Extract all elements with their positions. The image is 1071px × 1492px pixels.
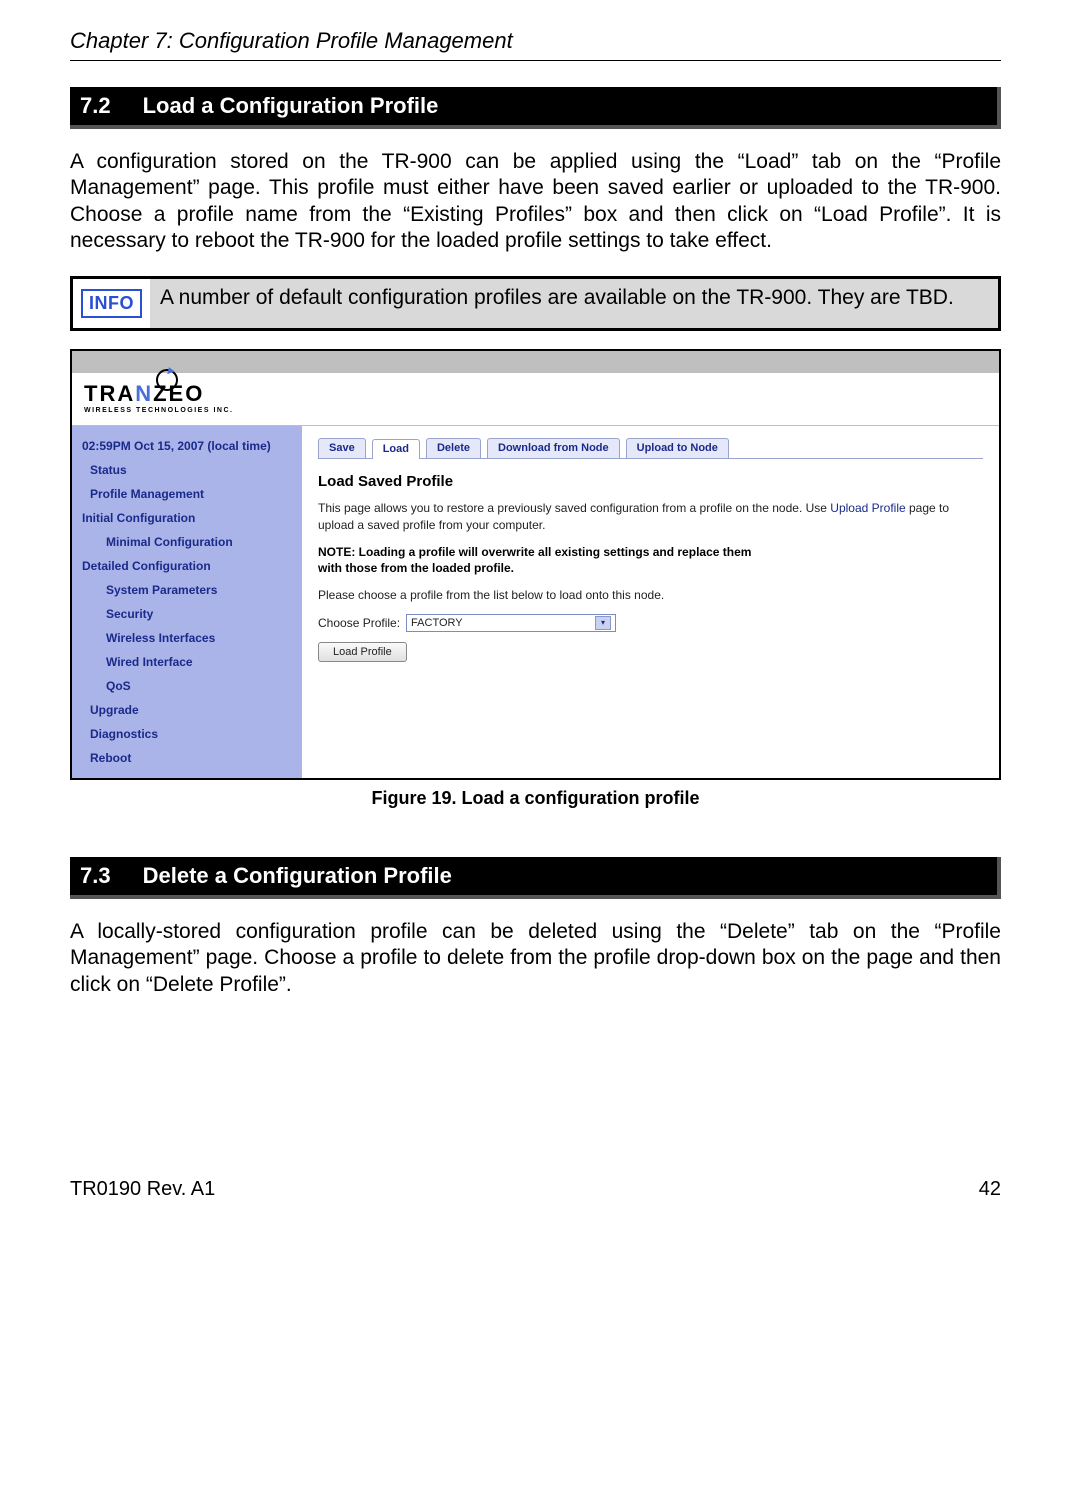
figure-body: 02:59PM Oct 15, 2007 (local time) Status… — [72, 426, 999, 778]
sidebar-item-detailed-config[interactable]: Detailed Configuration — [72, 554, 302, 578]
panel-note: NOTE: Loading a profile will overwrite a… — [318, 544, 758, 578]
section-7-3-bar: 7.3 Delete a Configuration Profile — [70, 857, 1001, 899]
logo-text-n: N — [135, 381, 153, 406]
sidebar-time: 02:59PM Oct 15, 2007 (local time) — [72, 434, 302, 458]
nav-sidebar: 02:59PM Oct 15, 2007 (local time) Status… — [72, 426, 302, 778]
section-7-2-body: A configuration stored on the TR-900 can… — [70, 149, 1001, 254]
section-number: 7.2 — [80, 93, 111, 119]
window-titlebar — [72, 351, 999, 373]
panel-p1: This page allows you to restore a previo… — [318, 500, 983, 534]
figure-19: TRANZEO WIRELESS TECHNOLOGIES INC. 02:59… — [70, 349, 1001, 780]
load-profile-button[interactable]: Load Profile — [318, 642, 407, 662]
sidebar-item-diagnostics[interactable]: Diagnostics — [72, 722, 302, 746]
choose-profile-value: FACTORY — [411, 617, 463, 629]
main-panel: Save Load Delete Download from Node Uplo… — [302, 426, 999, 778]
panel-p2: Please choose a profile from the list be… — [318, 587, 983, 604]
tab-upload[interactable]: Upload to Node — [626, 438, 729, 458]
sidebar-item-system-parameters[interactable]: System Parameters — [72, 578, 302, 602]
section-title: Delete a Configuration Profile — [143, 863, 452, 889]
page-footer: TR0190 Rev. A1 42 — [70, 1178, 1001, 1201]
section-7-3-body: A locally-stored configuration profile c… — [70, 919, 1001, 998]
sidebar-item-qos[interactable]: QoS — [72, 674, 302, 698]
tab-load[interactable]: Load — [372, 439, 420, 459]
logo-swirl-icon — [156, 369, 178, 391]
choose-profile-label: Choose Profile: — [318, 616, 400, 630]
info-callout: INFO A number of default configuration p… — [70, 276, 1001, 331]
tranzeo-logo: TRANZEO WIRELESS TECHNOLOGIES INC. — [84, 381, 233, 414]
choose-profile-row: Choose Profile: FACTORY ▾ — [318, 614, 983, 632]
logo-row: TRANZEO WIRELESS TECHNOLOGIES INC. — [72, 373, 999, 426]
section-title: Load a Configuration Profile — [143, 93, 439, 119]
tab-download[interactable]: Download from Node — [487, 438, 620, 458]
sidebar-item-upgrade[interactable]: Upgrade — [72, 698, 302, 722]
tab-save[interactable]: Save — [318, 438, 366, 458]
sidebar-item-reboot[interactable]: Reboot — [72, 746, 302, 770]
choose-profile-select[interactable]: FACTORY ▾ — [406, 614, 616, 632]
chevron-down-icon: ▾ — [595, 616, 611, 630]
chapter-header: Chapter 7: Configuration Profile Managem… — [70, 28, 1001, 60]
upload-profile-link[interactable]: Upload Profile — [830, 501, 905, 515]
sidebar-item-security[interactable]: Security — [72, 602, 302, 626]
sidebar-item-wireless-interfaces[interactable]: Wireless Interfaces — [72, 626, 302, 650]
logo-subtitle: WIRELESS TECHNOLOGIES INC. — [84, 407, 233, 414]
info-text: A number of default configuration profil… — [150, 279, 998, 328]
info-badge: INFO — [81, 289, 142, 318]
section-number: 7.3 — [80, 863, 111, 889]
panel-p1a: This page allows you to restore a previo… — [318, 501, 830, 515]
sidebar-item-profile-management[interactable]: Profile Management — [72, 482, 302, 506]
sidebar-item-minimal-config[interactable]: Minimal Configuration — [72, 530, 302, 554]
tab-bar: Save Load Delete Download from Node Uplo… — [318, 438, 983, 459]
tab-delete[interactable]: Delete — [426, 438, 481, 458]
panel-heading: Load Saved Profile — [318, 473, 983, 490]
sidebar-item-status[interactable]: Status — [72, 458, 302, 482]
info-badge-cell: INFO — [73, 279, 150, 328]
sidebar-item-initial-config[interactable]: Initial Configuration — [72, 506, 302, 530]
footer-left: TR0190 Rev. A1 — [70, 1178, 215, 1201]
sidebar-item-wired-interface[interactable]: Wired Interface — [72, 650, 302, 674]
section-7-2-bar: 7.2 Load a Configuration Profile — [70, 87, 1001, 129]
figure-caption: Figure 19. Load a configuration profile — [70, 788, 1001, 809]
header-rule — [70, 60, 1001, 61]
logo-text-1: TRA — [84, 381, 135, 406]
footer-right: 42 — [979, 1178, 1001, 1201]
